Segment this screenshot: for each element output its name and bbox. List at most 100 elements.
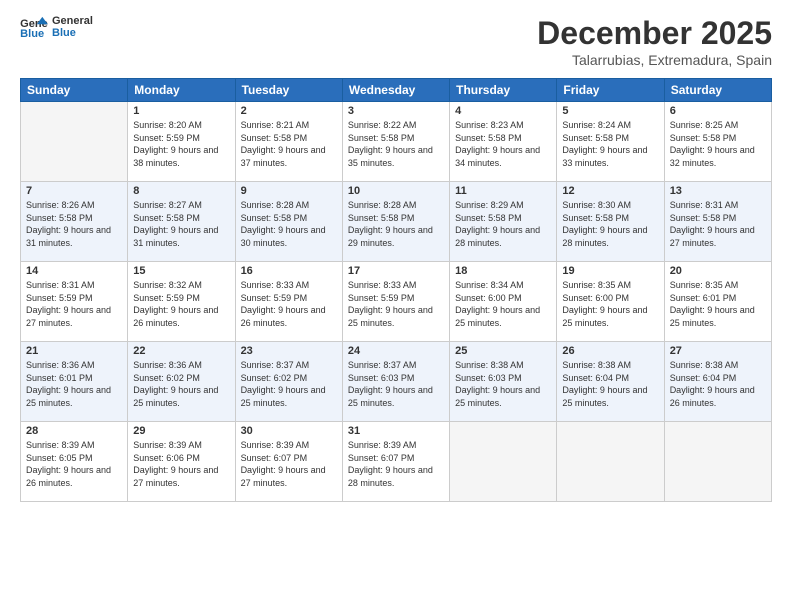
- day-info: Sunrise: 8:23 AMSunset: 5:58 PMDaylight:…: [455, 119, 551, 169]
- day-number: 18: [455, 265, 551, 277]
- day-number: 2: [241, 105, 337, 117]
- calendar-title: December 2025: [537, 15, 772, 52]
- day-number: 4: [455, 105, 551, 117]
- day-number: 28: [26, 425, 122, 437]
- day-info: Sunrise: 8:25 AMSunset: 5:58 PMDaylight:…: [670, 119, 766, 169]
- day-info: Sunrise: 8:39 AMSunset: 6:05 PMDaylight:…: [26, 439, 122, 489]
- day-number: 31: [348, 425, 444, 437]
- day-number: 27: [670, 345, 766, 357]
- table-row: [21, 102, 128, 182]
- col-saturday: Saturday: [664, 79, 771, 102]
- calendar-page: General Blue General Blue December 2025 …: [0, 0, 792, 612]
- day-info: Sunrise: 8:27 AMSunset: 5:58 PMDaylight:…: [133, 199, 229, 249]
- table-row: 29 Sunrise: 8:39 AMSunset: 6:06 PMDayligh…: [128, 422, 235, 502]
- day-info: Sunrise: 8:21 AMSunset: 5:58 PMDaylight:…: [241, 119, 337, 169]
- day-info: Sunrise: 8:28 AMSunset: 5:58 PMDaylight:…: [241, 199, 337, 249]
- day-info: Sunrise: 8:28 AMSunset: 5:58 PMDaylight:…: [348, 199, 444, 249]
- calendar-week-row: 14 Sunrise: 8:31 AMSunset: 5:59 PMDayligh…: [21, 262, 772, 342]
- day-info: Sunrise: 8:38 AMSunset: 6:03 PMDaylight:…: [455, 359, 551, 409]
- table-row: 23 Sunrise: 8:37 AMSunset: 6:02 PMDayligh…: [235, 342, 342, 422]
- table-row: 20 Sunrise: 8:35 AMSunset: 6:01 PMDayligh…: [664, 262, 771, 342]
- table-row: 25 Sunrise: 8:38 AMSunset: 6:03 PMDayligh…: [450, 342, 557, 422]
- table-row: 12 Sunrise: 8:30 AMSunset: 5:58 PMDayligh…: [557, 182, 664, 262]
- day-number: 25: [455, 345, 551, 357]
- logo-text-general: General: [52, 15, 93, 27]
- table-row: 17 Sunrise: 8:33 AMSunset: 5:59 PMDayligh…: [342, 262, 449, 342]
- table-row: 19 Sunrise: 8:35 AMSunset: 6:00 PMDayligh…: [557, 262, 664, 342]
- day-info: Sunrise: 8:20 AMSunset: 5:59 PMDaylight:…: [133, 119, 229, 169]
- day-number: 12: [562, 185, 658, 197]
- day-info: Sunrise: 8:30 AMSunset: 5:58 PMDaylight:…: [562, 199, 658, 249]
- day-info: Sunrise: 8:31 AMSunset: 5:58 PMDaylight:…: [670, 199, 766, 249]
- table-row: 2 Sunrise: 8:21 AMSunset: 5:58 PMDaylight…: [235, 102, 342, 182]
- day-info: Sunrise: 8:35 AMSunset: 6:01 PMDaylight:…: [670, 279, 766, 329]
- day-info: Sunrise: 8:35 AMSunset: 6:00 PMDaylight:…: [562, 279, 658, 329]
- day-number: 10: [348, 185, 444, 197]
- table-row: 9Sunrise: 8:28 AMSunset: 5:58 PMDaylight…: [235, 182, 342, 262]
- day-info: Sunrise: 8:31 AMSunset: 5:59 PMDaylight:…: [26, 279, 122, 329]
- day-number: 29: [133, 425, 229, 437]
- table-row: 14 Sunrise: 8:31 AMSunset: 5:59 PMDayligh…: [21, 262, 128, 342]
- day-number: 6: [670, 105, 766, 117]
- day-info: Sunrise: 8:38 AMSunset: 6:04 PMDaylight:…: [670, 359, 766, 409]
- day-info: Sunrise: 8:39 AMSunset: 6:06 PMDaylight:…: [133, 439, 229, 489]
- table-row: 4 Sunrise: 8:23 AMSunset: 5:58 PMDaylight…: [450, 102, 557, 182]
- day-number: 17: [348, 265, 444, 277]
- day-info: Sunrise: 8:33 AMSunset: 5:59 PMDaylight:…: [241, 279, 337, 329]
- col-wednesday: Wednesday: [342, 79, 449, 102]
- logo-icon: General Blue: [20, 15, 48, 39]
- col-tuesday: Tuesday: [235, 79, 342, 102]
- table-row: 8 Sunrise: 8:27 AMSunset: 5:58 PMDaylight…: [128, 182, 235, 262]
- day-info: Sunrise: 8:22 AMSunset: 5:58 PMDaylight:…: [348, 119, 444, 169]
- day-info: Sunrise: 8:37 AMSunset: 6:02 PMDaylight:…: [241, 359, 337, 409]
- col-monday: Monday: [128, 79, 235, 102]
- header-row: Sunday Monday Tuesday Wednesday Thursday…: [21, 79, 772, 102]
- header: General Blue General Blue December 2025 …: [20, 15, 772, 68]
- day-number: 30: [241, 425, 337, 437]
- day-number: 26: [562, 345, 658, 357]
- table-row: [664, 422, 771, 502]
- day-info: Sunrise: 8:26 AMSunset: 5:58 PMDaylight:…: [26, 199, 122, 249]
- day-number: 23: [241, 345, 337, 357]
- table-row: 27 Sunrise: 8:38 AMSunset: 6:04 PMDayligh…: [664, 342, 771, 422]
- table-row: 28 Sunrise: 8:39 AMSunset: 6:05 PMDayligh…: [21, 422, 128, 502]
- day-number: 5: [562, 105, 658, 117]
- day-number: 24: [348, 345, 444, 357]
- day-number: 19: [562, 265, 658, 277]
- day-number: 22: [133, 345, 229, 357]
- table-row: 7 Sunrise: 8:26 AMSunset: 5:58 PMDaylight…: [21, 182, 128, 262]
- day-number: 21: [26, 345, 122, 357]
- day-number: 13: [670, 185, 766, 197]
- col-thursday: Thursday: [450, 79, 557, 102]
- day-number: 7: [26, 185, 122, 197]
- calendar-subtitle: Talarrubias, Extremadura, Spain: [537, 52, 772, 68]
- table-row: 13 Sunrise: 8:31 AMSunset: 5:58 PMDayligh…: [664, 182, 771, 262]
- day-number: 14: [26, 265, 122, 277]
- table-row: 31Sunrise: 8:39 AMSunset: 6:07 PMDayligh…: [342, 422, 449, 502]
- col-sunday: Sunday: [21, 79, 128, 102]
- day-number: 3: [348, 105, 444, 117]
- table-row: 1Sunrise: 8:20 AMSunset: 5:59 PMDaylight…: [128, 102, 235, 182]
- table-row: 30Sunrise: 8:39 AMSunset: 6:07 PMDayligh…: [235, 422, 342, 502]
- table-row: [557, 422, 664, 502]
- day-info: Sunrise: 8:36 AMSunset: 6:02 PMDaylight:…: [133, 359, 229, 409]
- day-info: Sunrise: 8:37 AMSunset: 6:03 PMDaylight:…: [348, 359, 444, 409]
- day-info: Sunrise: 8:33 AMSunset: 5:59 PMDaylight:…: [348, 279, 444, 329]
- title-section: December 2025 Talarrubias, Extremadura, …: [537, 15, 772, 68]
- table-row: [450, 422, 557, 502]
- table-row: 10 Sunrise: 8:28 AMSunset: 5:58 PMDayligh…: [342, 182, 449, 262]
- calendar-week-row: 7 Sunrise: 8:26 AMSunset: 5:58 PMDaylight…: [21, 182, 772, 262]
- day-number: 8: [133, 185, 229, 197]
- table-row: 18Sunrise: 8:34 AMSunset: 6:00 PMDayligh…: [450, 262, 557, 342]
- table-row: 26Sunrise: 8:38 AMSunset: 6:04 PMDayligh…: [557, 342, 664, 422]
- day-number: 16: [241, 265, 337, 277]
- table-row: 11Sunrise: 8:29 AMSunset: 5:58 PMDayligh…: [450, 182, 557, 262]
- calendar-table: Sunday Monday Tuesday Wednesday Thursday…: [20, 78, 772, 502]
- table-row: 16 Sunrise: 8:33 AMSunset: 5:59 PMDayligh…: [235, 262, 342, 342]
- day-info: Sunrise: 8:36 AMSunset: 6:01 PMDaylight:…: [26, 359, 122, 409]
- table-row: 6 Sunrise: 8:25 AMSunset: 5:58 PMDaylight…: [664, 102, 771, 182]
- day-number: 20: [670, 265, 766, 277]
- logo-text-blue: Blue: [52, 27, 93, 39]
- svg-text:Blue: Blue: [20, 28, 44, 39]
- table-row: 15Sunrise: 8:32 AMSunset: 5:59 PMDayligh…: [128, 262, 235, 342]
